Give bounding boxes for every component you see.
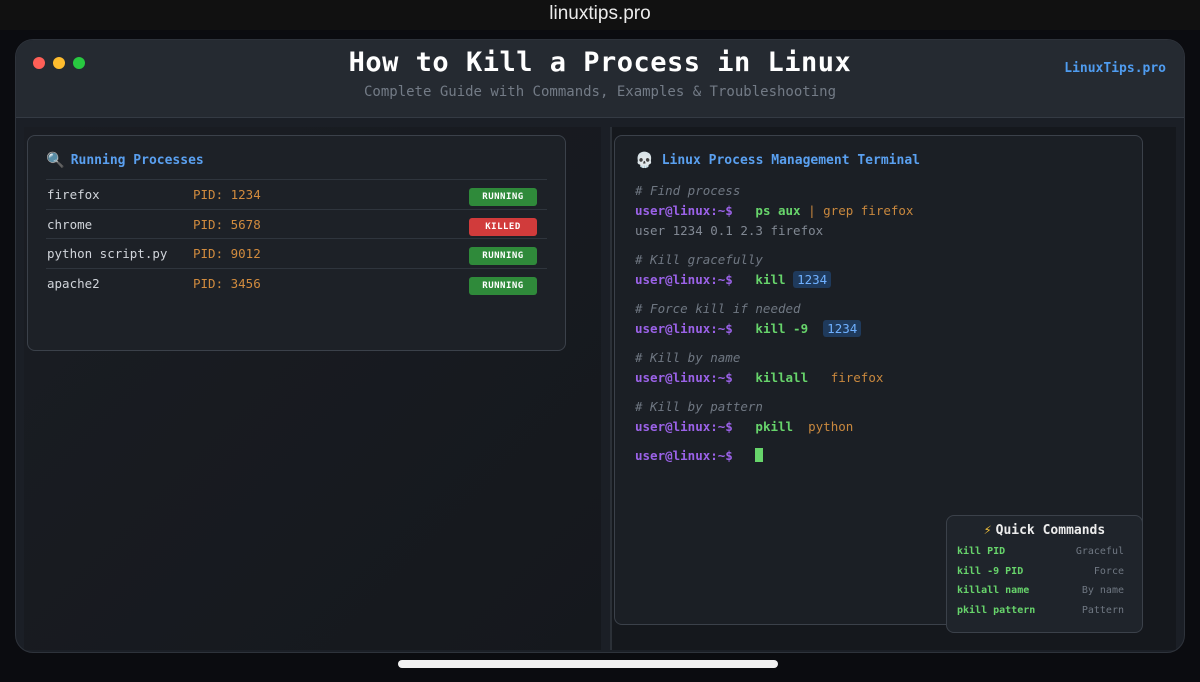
terminal-command-line: user@linux:~$ pkill python [635,419,853,434]
page-background: How to Kill a Process in Linux Complete … [0,30,1200,682]
terminal-prompt: user@linux:~$ [635,203,733,218]
quick-command-row[interactable]: kill -9 PID Force [957,566,1124,577]
terminal-comment: # Force kill if needed [635,301,801,316]
quick-command: kill PID [957,546,1006,557]
status-badge: RUNNING [469,188,537,206]
terminal-output: user 1234 0.1 2.3 firefox [635,223,824,238]
terminal-comment: # Find process [635,183,741,198]
terminal-argument: firefox [830,370,884,385]
terminal-command: kill -9 [755,321,809,336]
terminal-comment: # Kill by pattern [635,399,763,414]
process-pid: PID: 9012 [193,246,261,261]
terminal-prompt: user@linux:~$ [635,321,733,336]
terminal-prompt: user@linux:~$ [635,448,733,463]
terminal-command: pkill [755,419,794,434]
process-name: python script.py [47,246,168,261]
pid-highlight: 1234 [823,320,862,337]
status-badge: RUNNING [469,247,537,265]
running-processes-panel: 🔍 Running Processes firefox PID: 1234 RU… [27,135,566,351]
process-pid: PID: 3456 [193,275,261,291]
terminal-command: ps aux [755,203,801,218]
terminal-title: Linux Process Management Terminal [661,152,920,168]
process-name: chrome [47,216,93,232]
home-indicator[interactable] [398,660,778,668]
quick-command: pkill pattern [957,605,1036,616]
terminal-argument: python [808,419,854,434]
terminal-prompt: user@linux:~$ [635,272,733,287]
quick-command-row[interactable]: kill PID Graceful [957,546,1124,557]
process-name: firefox [47,187,100,202]
process-name: apache2 [47,275,100,291]
quick-commands-header: ⚡ Quick Commands [947,523,1142,538]
pid-highlight: 1234 [793,271,832,288]
page-subtitle: Complete Guide with Commands, Examples &… [363,84,836,100]
panel-title: Running Processes [70,152,204,168]
terminal-command-line: user@linux:~$ kill -9 1234 [635,320,862,337]
lightning-icon: ⚡ [983,523,992,538]
terminal-argument: | grep firefox [800,203,914,218]
status-badge: KILLED [469,217,537,236]
terminal-header: 💀 Linux Process Management Terminal [635,151,920,169]
brand-link[interactable]: LinuxTips.pro [1064,61,1166,76]
terminal-cursor [755,448,764,462]
process-pid: PID: 5678 [193,216,261,232]
process-row[interactable]: python script.py PID: 9012 RUNNING [46,238,547,268]
process-list: firefox PID: 1234 RUNNING chrome PID: 56… [46,179,547,297]
terminal-command-line: user@linux:~$ ps aux | grep firefox [635,203,913,218]
terminal-comment: # Kill gracefully [635,252,763,267]
url-text: linuxtips.pro [549,3,651,24]
skull-icon: 💀 [635,151,654,169]
terminal-prompt: user@linux:~$ [635,419,733,434]
quick-command-row[interactable]: killall name By name [957,585,1124,596]
browser-url-bar[interactable]: linuxtips.pro [0,0,1200,30]
quick-command-desc: Graceful [1075,546,1124,557]
quick-command-desc: Pattern [1081,605,1124,616]
process-pid: PID: 1234 [193,187,261,202]
terminal-prompt: user@linux:~$ [635,370,733,385]
terminal-input-line[interactable]: user@linux:~$ [635,448,764,463]
terminal-comment: # Kill by name [635,350,741,365]
quick-command-row[interactable]: pkill pattern Pattern [957,605,1124,616]
process-row[interactable]: chrome PID: 5678 KILLED [46,208,547,239]
terminal-command: killall [755,370,809,385]
quick-command: killall name [957,585,1030,596]
quick-command-desc: By name [1081,585,1124,596]
status-badge: RUNNING [469,276,537,295]
terminal-command-line: user@linux:~$ kill 1234 [635,271,832,288]
window-header: How to Kill a Process in Linux Complete … [16,40,1184,118]
magnifier-icon: 🔍 [46,151,65,169]
terminal-command-line: user@linux:~$ killall firefox [635,370,883,385]
quick-command: kill -9 PID [957,566,1024,577]
quick-commands-panel: ⚡ Quick Commands kill PID Graceful kill -9… [946,515,1143,633]
page-title: How to Kill a Process in Linux [348,47,852,78]
panel-header: 🔍 Running Processes [46,151,204,169]
terminal-command: kill [755,272,786,287]
quick-command-desc: Force [1093,566,1124,577]
process-row[interactable]: firefox PID: 1234 RUNNING [46,179,547,209]
quick-commands-title: Quick Commands [995,523,1106,538]
process-row[interactable]: apache2 PID: 3456 RUNNING [46,267,547,298]
